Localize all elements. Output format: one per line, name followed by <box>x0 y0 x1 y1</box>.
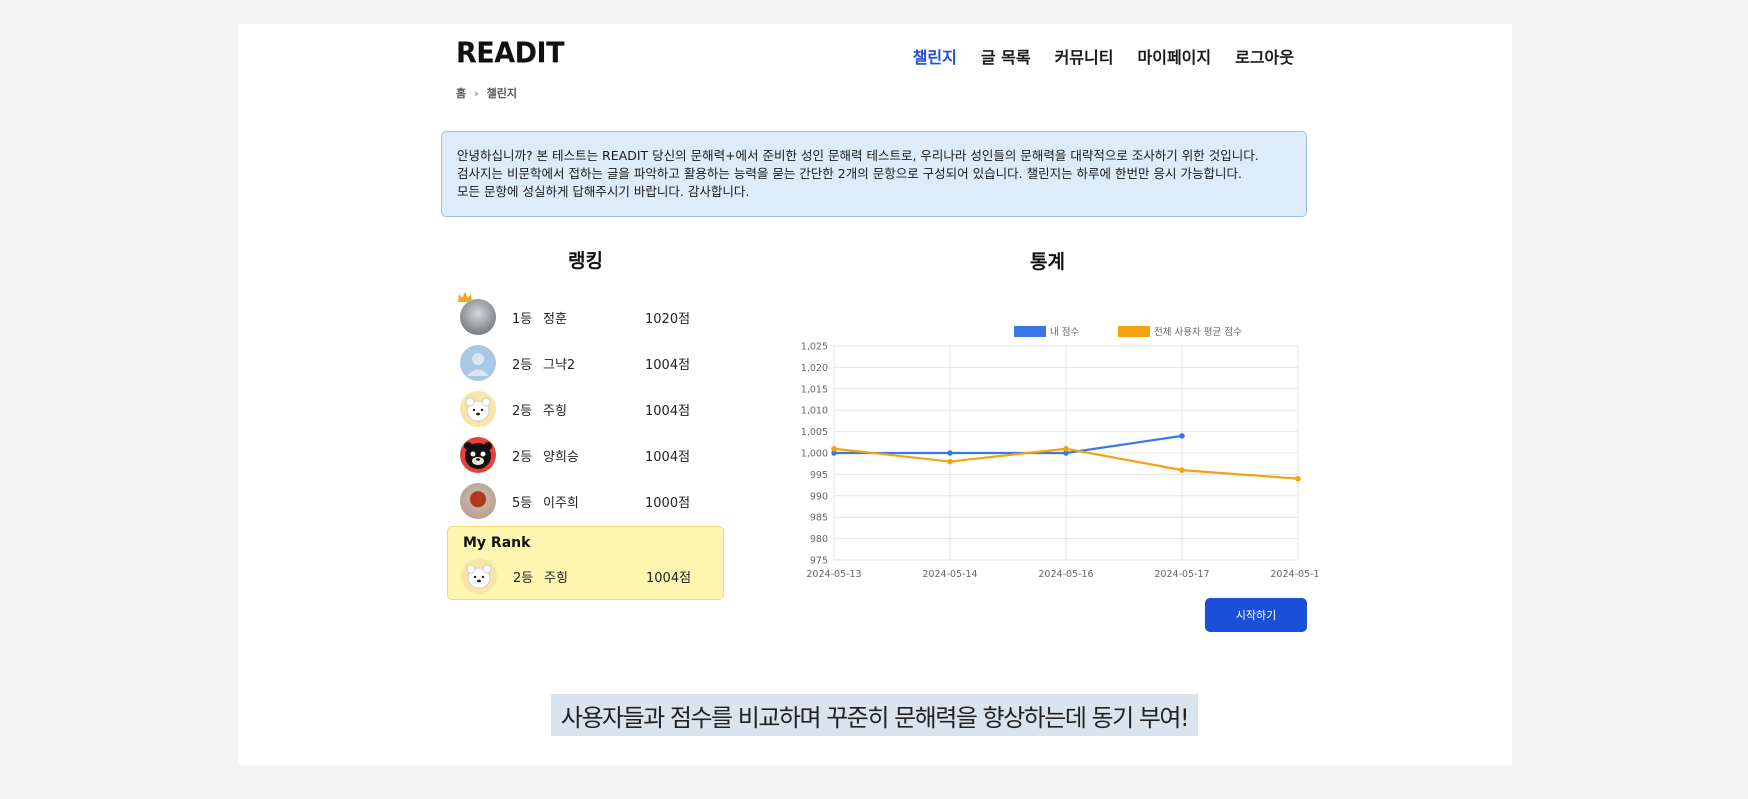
my-rank-card: My Rank 2등 주힝 1004점 <box>447 526 724 600</box>
rank-score: 1004점 <box>645 449 691 465</box>
y-tick-label: 1,025 <box>801 342 828 353</box>
readit-logo[interactable]: READIT <box>456 37 565 70</box>
y-tick-label: 980 <box>810 534 828 545</box>
nav-challenge[interactable]: 챌린지 <box>913 44 957 68</box>
data-point <box>1063 445 1069 452</box>
challenge-notice: 안녕하십니까? 본 테스트는 READIT 당신의 문해력+에서 준비한 성인 … <box>441 131 1307 217</box>
top-nav: 챌린지 글 목록 커뮤니티 마이페이지 로그아웃 <box>913 44 1294 68</box>
x-tick-label: 2024-05-17 <box>1154 569 1209 580</box>
data-point <box>1295 475 1301 482</box>
rank-score: 1004점 <box>645 357 691 373</box>
legend-swatch <box>1014 326 1046 337</box>
photo-avatar-icon <box>458 292 496 335</box>
rank-username: 정훈 <box>543 311 567 327</box>
ranking-title: 랭킹 <box>568 250 603 272</box>
notice-line: 검사지는 비문학에서 접하는 글을 파악하고 활용하는 능력을 묻는 간단한 2… <box>457 166 1242 181</box>
rank-score: 1004점 <box>645 403 691 419</box>
ranking-row: 2등 그냑2 1004점 <box>460 340 720 386</box>
ranking-row: 5등 이주희 1000점 <box>460 478 720 524</box>
rank-position: 1등 <box>512 311 533 327</box>
data-point <box>831 445 837 452</box>
caption-banner: 사용자들과 점수를 비교하며 꾸준히 문해력을 향상하는데 동기 부여! <box>551 694 1198 736</box>
rank-position: 2등 <box>512 357 533 373</box>
rank-username: 이주희 <box>543 495 579 511</box>
legend-label: 전체 사용자 평균 점수 <box>1154 326 1242 338</box>
data-point <box>1179 433 1185 439</box>
y-tick-label: 1,000 <box>801 449 828 460</box>
x-tick-label: 2024-05-13 <box>806 569 861 580</box>
rank-score: 1020점 <box>645 311 691 327</box>
nav-logout[interactable]: 로그아웃 <box>1235 44 1294 68</box>
data-point <box>1179 467 1185 473</box>
nav-post-list[interactable]: 글 목록 <box>981 44 1031 68</box>
rank-score: 1004점 <box>646 570 692 586</box>
crown-icon <box>458 292 472 302</box>
white-bear-avatar-icon <box>461 558 497 594</box>
my-rank-title: My Rank <box>463 535 531 551</box>
rank-username: 양희승 <box>543 449 579 465</box>
my-rank-row: 2등 주힝 1004점 <box>461 555 711 597</box>
y-tick-label: 1,015 <box>801 384 828 395</box>
y-tick-label: 990 <box>810 491 828 502</box>
series-line <box>834 434 1183 455</box>
white-bear-avatar-icon <box>460 391 496 427</box>
score-line-chart: 975 980 985 990 995 1,000 1,005 1,010 1,015 1,020… <box>801 326 1318 580</box>
rank-position: 5등 <box>512 495 533 511</box>
rank-score: 1000점 <box>645 495 691 511</box>
breadcrumb-current: 챌린지 <box>486 87 518 100</box>
start-challenge-button[interactable]: 시작하기 <box>1205 598 1307 632</box>
y-tick-label: 1,010 <box>801 406 828 417</box>
chevron-right-icon: › <box>474 86 479 100</box>
main-card: READIT 챌린지 글 목록 커뮤니티 마이페이지 로그아웃 홈 › 챌린지 … <box>238 24 1512 765</box>
black-bear-avatar-icon <box>460 437 496 473</box>
legend-swatch <box>1118 326 1150 337</box>
ranking-row: 2등 양희승 1004점 <box>460 432 720 478</box>
food-photo-avatar-icon <box>460 483 496 519</box>
notice-line: 안녕하십니까? 본 테스트는 READIT 당신의 문해력+에서 준비한 성인 … <box>457 148 1259 163</box>
default-user-avatar-icon <box>460 345 496 381</box>
rank-position: 2등 <box>512 403 533 419</box>
nav-community[interactable]: 커뮤니티 <box>1055 44 1114 68</box>
x-tick-label: 2024-05-18 <box>1270 569 1318 580</box>
breadcrumb: 홈 › 챌린지 <box>456 85 517 101</box>
y-tick-label: 1,005 <box>801 427 828 438</box>
data-point <box>947 450 953 456</box>
rank-username: 그냑2 <box>543 357 576 373</box>
stats-title: 통계 <box>1030 251 1065 273</box>
breadcrumb-home[interactable]: 홈 <box>456 85 466 101</box>
y-tick-label: 995 <box>810 470 828 481</box>
legend-label: 내 점수 <box>1050 326 1079 338</box>
rank-position: 2등 <box>512 449 533 465</box>
nav-mypage[interactable]: 마이페이지 <box>1138 44 1212 68</box>
ranking-list: 1등 정훈 1020점 2등 그냑2 1004점 2등 주힝 1004점 2등 … <box>458 292 720 524</box>
rank-position: 2등 <box>513 570 534 586</box>
x-tick-label: 2024-05-14 <box>922 569 977 580</box>
ranking-row: 2등 주힝 1004점 <box>460 386 720 432</box>
y-tick-label: 985 <box>810 513 828 524</box>
data-point <box>947 458 953 465</box>
notice-line: 모든 문항에 성실하게 답해주시기 바랍니다. 감사합니다. <box>457 184 750 199</box>
ranking-row: 1등 정훈 1020점 <box>458 292 720 340</box>
rank-username: 주힝 <box>544 570 568 586</box>
y-tick-label: 1,020 <box>801 363 828 374</box>
y-tick-label: 975 <box>810 556 828 567</box>
rank-username: 주힝 <box>543 403 567 419</box>
x-tick-label: 2024-05-16 <box>1038 569 1093 580</box>
